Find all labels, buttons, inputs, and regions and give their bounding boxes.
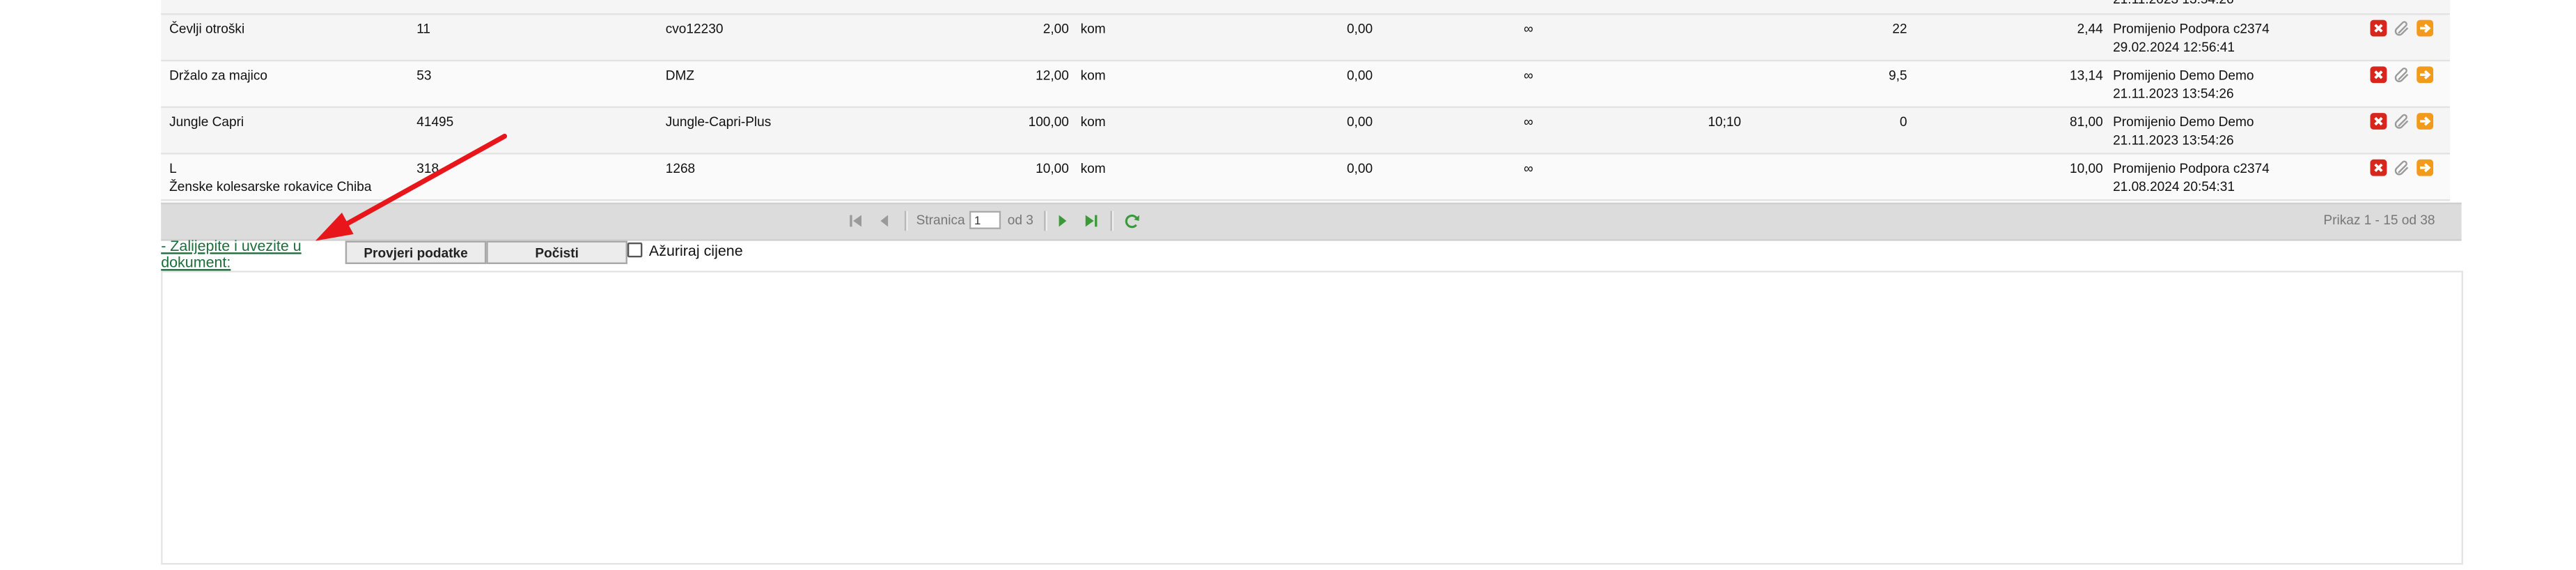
stage: 21.11.2023 13:54:26 Čevlji otroški 11 cv… (0, 0, 2576, 570)
annotation-arrow (315, 133, 508, 241)
